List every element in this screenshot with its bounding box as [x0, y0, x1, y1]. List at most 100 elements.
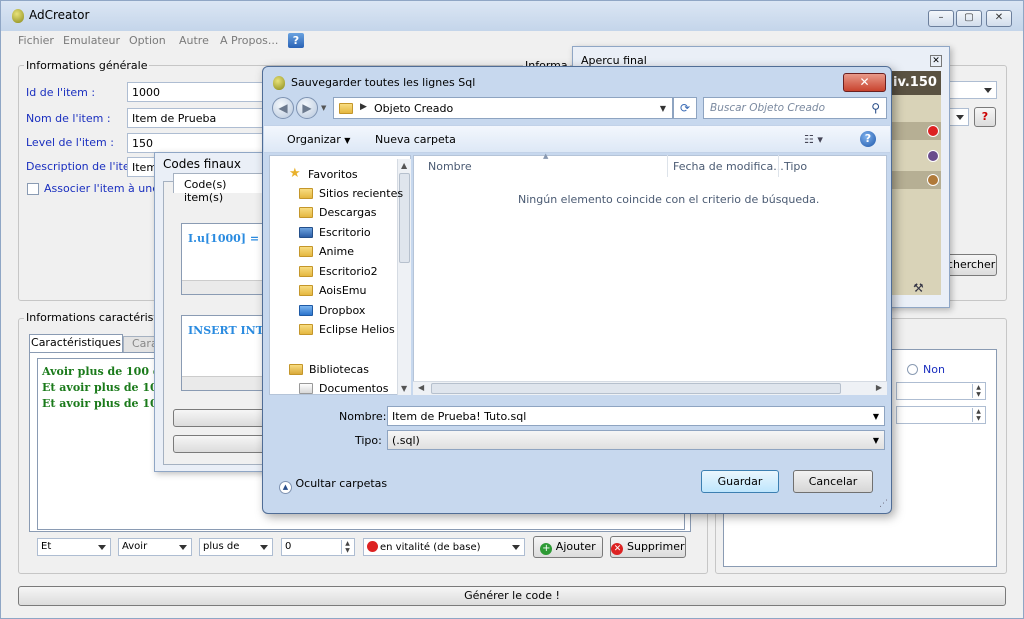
collapse-up-icon: ▲ — [279, 481, 292, 494]
name-input[interactable]: Item de Prueba — [127, 108, 267, 128]
tree-item-descargas[interactable]: Descargas — [299, 204, 399, 222]
close-button[interactable]: ✕ — [986, 10, 1012, 27]
tree-item-anime[interactable]: Anime — [299, 243, 399, 261]
stepper-arrows-icon[interactable]: ▲ ▼ — [972, 384, 984, 398]
tree-item-documentos[interactable]: Documentos — [299, 380, 399, 398]
hide-folders-toggle[interactable]: ▲ Ocultar carpetas — [279, 477, 387, 494]
scroll-down-icon[interactable]: ▼ — [401, 384, 407, 393]
address-dropdown-icon[interactable]: ▼ — [660, 104, 666, 113]
level-input[interactable]: 150 — [127, 133, 267, 153]
stepper-arrows-icon[interactable]: ▲ ▼ — [972, 408, 984, 422]
tree-libraries[interactable]: Bibliotecas — [289, 361, 399, 379]
right-help-button[interactable]: ? — [974, 107, 996, 127]
menu-a-propos[interactable]: A Propos... — [220, 34, 278, 47]
non-radio[interactable] — [907, 364, 918, 375]
back-arrow-icon[interactable]: ◀ — [272, 97, 294, 119]
sort-ascending-icon: ▲ — [543, 152, 549, 160]
history-chevron-icon[interactable]: ▼ — [321, 104, 326, 112]
help-icon[interactable]: ? — [288, 33, 304, 48]
view-options-icon[interactable]: ☷ ▾ — [804, 133, 823, 146]
tree-item-dropbox[interactable]: Dropbox — [299, 302, 399, 320]
right-stepper-2[interactable]: ▲ ▼ — [896, 406, 986, 424]
tab-caracteristiques[interactable]: Caractéristiques — [29, 334, 123, 352]
documents-icon — [299, 383, 313, 394]
organize-label: Organizar — [287, 133, 341, 146]
tree-item-label: Sitios recientes — [319, 187, 404, 200]
tree-item-escritorio[interactable]: Escritorio — [299, 224, 399, 242]
scroll-up-icon[interactable]: ▲ — [401, 161, 407, 170]
logic-combo[interactable]: Et — [37, 538, 111, 556]
add-button[interactable]: + Ajouter — [533, 536, 603, 558]
tree-item-label: Descargas — [319, 206, 377, 219]
address-bar[interactable]: ▶ Objeto Creado ▼ — [333, 97, 673, 119]
dialog-close-button[interactable]: ✕ — [843, 73, 886, 92]
codes-finaux-window: Codes finaux Code(s) item(s) I.u[1000] =… — [154, 152, 283, 472]
filename-input[interactable]: Item de Prueba! Tuto.sql ▼ — [387, 406, 885, 426]
compare-combo-value: plus de — [203, 541, 240, 552]
tree-favorites[interactable]: ★ Favoritos — [289, 166, 399, 184]
search-icon: ⚲ — [871, 101, 880, 115]
number-stepper[interactable]: 0 ▲ ▼ — [281, 538, 355, 556]
address-path[interactable]: Objeto Creado — [374, 102, 453, 115]
cancel-button[interactable]: Cancelar — [793, 470, 873, 493]
verb-combo[interactable]: Avoir — [118, 538, 192, 556]
apercu-close-icon[interactable]: ✕ — [930, 55, 942, 67]
file-list-hscrollbar[interactable]: ◀ ▶ — [413, 381, 887, 395]
tree-item-sitios-recientes[interactable]: Sitios recientes — [299, 185, 403, 203]
folder-icon — [299, 207, 313, 218]
add-button-label: Ajouter — [555, 540, 596, 553]
menu-emulateur[interactable]: Emulateur — [63, 34, 120, 47]
generate-code-button[interactable]: Générer le code ! — [18, 586, 1006, 606]
organize-button[interactable]: Organizar ▼ — [287, 133, 350, 146]
search-box[interactable]: Buscar Objeto Creado ⚲ — [703, 97, 887, 119]
column-date-header[interactable]: Fecha de modifica... — [673, 160, 784, 173]
menu-option[interactable]: Option — [129, 34, 166, 47]
refresh-icon[interactable]: ⟳ — [673, 97, 697, 119]
level-label: Level de l'item : — [26, 136, 114, 149]
tree-item-eclipse-helios[interactable]: Eclipse Helios — [299, 321, 399, 339]
help-icon[interactable]: ? — [860, 131, 876, 147]
column-divider[interactable] — [667, 155, 668, 177]
save-dialog-title: Sauvegarder toutes les lignes Sql — [291, 76, 476, 89]
forward-arrow-icon[interactable]: ▶ — [296, 97, 318, 119]
right-small-combo[interactable] — [949, 108, 969, 126]
code-box-2[interactable]: INSERT INTO ` — [181, 315, 283, 391]
maximize-button[interactable]: ▢ — [956, 10, 982, 27]
column-type-header[interactable]: Tipo — [784, 160, 807, 173]
new-folder-button[interactable]: Nueva carpeta — [375, 133, 456, 146]
type-select[interactable]: (.sql) ▼ — [387, 430, 885, 450]
codes-tab[interactable]: Code(s) item(s) — [173, 173, 271, 204]
id-input[interactable]: 1000 — [127, 82, 267, 102]
minimize-button[interactable]: – — [928, 10, 954, 27]
main-titlebar[interactable]: AdCreator – ▢ ✕ — [1, 1, 1023, 31]
column-name-header[interactable]: Nombre — [428, 160, 472, 173]
codes-button-1[interactable] — [173, 409, 273, 427]
star-icon: ★ — [289, 166, 301, 181]
folder-icon — [299, 246, 313, 257]
save-button[interactable]: Guardar — [701, 470, 779, 493]
type-dropdown-icon[interactable]: ▼ — [873, 436, 879, 445]
code-box-1[interactable]: I.u[1000] = {n: — [181, 223, 282, 295]
menu-autre[interactable]: Autre — [179, 34, 209, 47]
right-stepper-1[interactable]: ▲ ▼ — [896, 382, 986, 400]
file-scroll-thumb[interactable] — [431, 383, 841, 394]
menu-fichier[interactable]: Fichier — [18, 34, 54, 47]
scroll-left-icon[interactable]: ◀ — [418, 383, 424, 392]
column-divider[interactable] — [778, 155, 779, 177]
general-info-title: Informations générale — [24, 59, 150, 72]
stat-combo[interactable]: en vitalité (de base) — [363, 538, 525, 556]
non-label: Non — [923, 363, 945, 376]
filename-dropdown-icon[interactable]: ▼ — [873, 412, 879, 421]
delete-button[interactable]: ✕ Supprimer — [610, 536, 686, 558]
stepper-arrows-icon[interactable]: ▲ ▼ — [341, 540, 353, 554]
wisdom-icon — [927, 150, 939, 162]
scroll-right-icon[interactable]: ▶ — [876, 383, 882, 392]
resize-grip-icon[interactable]: ⋰ — [879, 499, 888, 509]
delete-button-label: Supprimer — [626, 540, 685, 553]
right-combo[interactable] — [949, 81, 997, 99]
associate-checkbox[interactable] — [27, 183, 39, 195]
compare-combo[interactable]: plus de — [199, 538, 273, 556]
tree-item-aoisemu[interactable]: AoisEmu — [299, 282, 399, 300]
codes-button-2[interactable] — [173, 435, 273, 453]
tree-item-escritorio2[interactable]: Escritorio2 — [299, 263, 399, 281]
